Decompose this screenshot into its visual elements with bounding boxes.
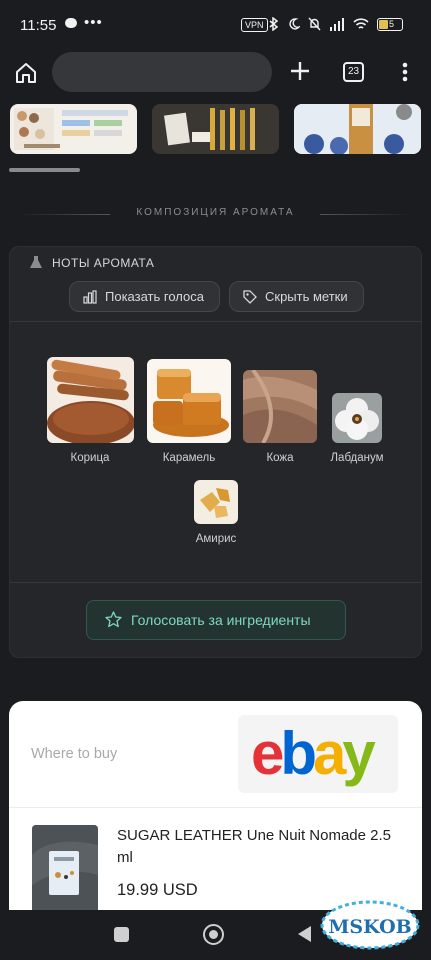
where-to-buy-title: Where to buy — [31, 746, 118, 762]
note-name: Амирис — [195, 533, 237, 545]
watermark-badge: MSKOB — [318, 893, 422, 953]
carousel-scroll-indicator — [9, 168, 80, 172]
note-item[interactable]: Лабданум — [326, 393, 388, 467]
product-image[interactable] — [32, 825, 98, 921]
back-button[interactable] — [298, 926, 311, 942]
tabs-button[interactable]: 23 — [343, 62, 364, 82]
star-icon — [105, 611, 122, 628]
status-bar: 11:55 ••• VPN 5 — [0, 0, 431, 50]
chat-bubble-icon — [65, 18, 77, 28]
plus-icon — [291, 62, 309, 80]
divider-line — [320, 214, 412, 215]
new-tab-button[interactable] — [287, 56, 313, 86]
signal-icon — [329, 17, 344, 31]
recents-button[interactable] — [114, 927, 129, 942]
system-icons — [268, 15, 369, 32]
leather-image — [243, 370, 317, 443]
hide-tags-button[interactable]: Скрыть метки — [229, 281, 364, 312]
note-item[interactable]: Кожа — [243, 370, 317, 467]
card-divider — [10, 321, 421, 322]
ebay-logo[interactable]: ebay — [238, 715, 398, 793]
cinnamon-image — [47, 357, 134, 443]
more-notifications-indicator: ••• — [84, 14, 103, 31]
product-name[interactable]: SUGAR LEATHER Une Nuit Nomade 2.5 ml — [117, 825, 407, 869]
tag-icon — [243, 290, 257, 304]
show-votes-button[interactable]: Показать голоса — [69, 281, 220, 312]
menu-button[interactable] — [398, 59, 412, 85]
carousel-thumbnail[interactable] — [294, 104, 421, 154]
card-divider — [10, 582, 421, 583]
home-icon[interactable] — [14, 61, 38, 85]
note-item[interactable]: Карамель — [146, 359, 232, 467]
note-name: Лабданум — [330, 452, 384, 464]
carousel-thumbnail[interactable] — [152, 104, 279, 154]
mute-icon — [308, 17, 321, 31]
clock: 11:55 — [20, 17, 57, 34]
wifi-icon — [353, 18, 369, 29]
vpn-indicator: VPN — [241, 18, 268, 32]
note-name: Карамель — [162, 452, 216, 464]
note-item[interactable]: Амирис — [185, 480, 247, 550]
moon-icon — [289, 18, 301, 30]
vote-ingredients-button[interactable]: Голосовать за ингредиенты — [86, 600, 346, 640]
tab-count: 23 — [347, 66, 360, 77]
bluetooth-icon — [269, 16, 279, 32]
image-carousel — [0, 96, 431, 161]
hide-tags-label: Скрыть метки — [265, 289, 348, 304]
browser-toolbar: 23 — [0, 50, 431, 96]
panel-divider — [9, 807, 422, 808]
menu-dots-icon — [402, 62, 408, 82]
where-to-buy-panel: Where to buy ebay SUGAR LEATHER Une Nuit… — [9, 701, 422, 921]
caramel-image — [147, 359, 231, 443]
home-button[interactable] — [203, 924, 224, 945]
labdanum-image — [332, 393, 382, 443]
flask-icon — [30, 256, 42, 268]
product-price: 19.99 USD — [117, 881, 198, 899]
note-item[interactable]: Корица — [46, 357, 134, 467]
vote-button-label: Голосовать за ингредиенты — [131, 612, 311, 628]
show-votes-label: Показать голоса — [105, 289, 204, 304]
ebay-wordmark: ebay — [251, 720, 376, 787]
notes-card: НОТЫ АРОМАТА Показать голоса Скрыть метк… — [9, 246, 422, 658]
amyris-image — [194, 480, 238, 524]
carousel-thumbnail[interactable] — [10, 104, 137, 154]
note-name: Кожа — [266, 452, 294, 464]
address-bar[interactable] — [52, 52, 272, 92]
svg-text:MSKOB: MSKOB — [328, 916, 411, 938]
bar-chart-icon — [83, 290, 97, 304]
note-name: Корица — [70, 452, 110, 464]
battery-icon: 5 — [377, 18, 403, 31]
section-title: КОМПОЗИЦИЯ АРОМАТА — [136, 207, 295, 218]
